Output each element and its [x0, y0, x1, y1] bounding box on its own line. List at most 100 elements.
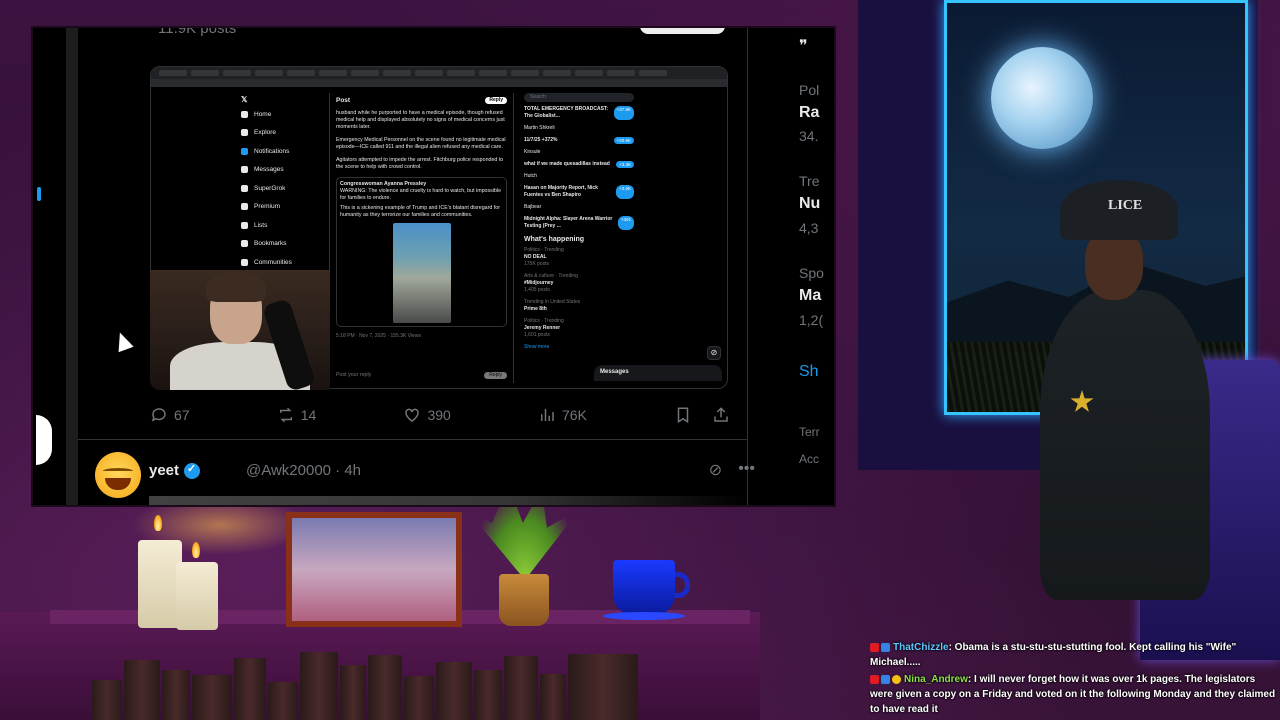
- repost-action[interactable]: 14: [277, 406, 317, 424]
- browser-tab-bar: [151, 67, 727, 79]
- nav-label: Notifications: [254, 147, 290, 155]
- nav-home: Home: [241, 105, 331, 124]
- post-title: Post: [336, 97, 351, 104]
- emoji-mouth: [105, 478, 131, 490]
- views-count: 76K: [561, 407, 587, 423]
- browser-tab: [607, 70, 635, 76]
- browser-tab: [639, 70, 667, 76]
- trend-title[interactable]: Ma: [799, 287, 821, 305]
- trend-title: Prime 8th: [524, 306, 547, 312]
- book: [300, 652, 338, 720]
- trend-count: 175K posts: [524, 261, 550, 267]
- bookmark-action[interactable]: [674, 406, 692, 424]
- messages-drawer: Messages: [594, 365, 722, 381]
- screen-share-window: 11.9K posts 𝕏 Home Explore Notifications…: [33, 28, 834, 505]
- more-options-icon[interactable]: •••: [738, 460, 755, 480]
- reply-action[interactable]: 67: [150, 406, 190, 424]
- accessibility-link[interactable]: Acc: [799, 452, 819, 466]
- left-rail: [66, 28, 78, 505]
- tweet-author-name[interactable]: yeet: [149, 462, 201, 479]
- nav-bookmarks: Bookmarks: [241, 235, 331, 254]
- trend-context: Trending in United States: [524, 299, 581, 305]
- officer-face: [1085, 230, 1143, 300]
- author-name: yeet: [149, 462, 180, 479]
- trend-context: Politics · Trending: [524, 247, 564, 253]
- book: [340, 665, 366, 720]
- wrench-badge-icon: [881, 642, 890, 652]
- trend-count: 1,405 posts: [524, 287, 550, 293]
- moon: [991, 47, 1093, 149]
- grok-icon[interactable]: ⊘: [709, 460, 722, 480]
- book-row: [92, 652, 702, 720]
- side-item-title: Kinsule: [524, 149, 541, 155]
- trend-count: 4,3: [799, 220, 819, 236]
- share-action[interactable]: [712, 406, 730, 424]
- chat-username[interactable]: Nina_Andrew: [904, 674, 968, 685]
- bookmark-icon: [241, 240, 248, 248]
- nav-supergrok: SuperGrok: [241, 179, 331, 198]
- trend-title[interactable]: Nu: [799, 195, 820, 213]
- next-tweet[interactable]: yeet @Awk20000 · 4h ⊘ •••: [95, 450, 755, 505]
- chat-message: ThatChizzle: Obama is a stu-stu-stu-stut…: [870, 640, 1280, 670]
- book: [504, 656, 538, 720]
- trend-badge: +3.3K: [616, 161, 634, 168]
- browser-tab: [383, 70, 411, 76]
- posts-count: 11.9K posts: [158, 28, 237, 37]
- people-icon: [241, 258, 248, 266]
- nested-right-sidebar: Search TOTAL EMERGENCY BROADCAST: The Gl…: [524, 93, 634, 351]
- x-logo-icon: 𝕏: [241, 94, 248, 104]
- nav-label: Bookmarks: [254, 240, 287, 248]
- browser-tab: [159, 70, 187, 76]
- post-paragraph: Agitators attempted to impede the arrest…: [336, 157, 504, 170]
- trend-context: Politics · Trending: [524, 318, 564, 324]
- repost-count: 14: [300, 407, 317, 423]
- chat-badges: [870, 674, 901, 684]
- nested-sidebar-nav: 𝕏 Home Explore Notifications Messages Su…: [241, 93, 331, 272]
- tweet-text-cutoff: [149, 496, 749, 505]
- laughing-emoji-avatar[interactable]: [95, 452, 141, 498]
- browser-tab: [191, 70, 219, 76]
- like-action[interactable]: 390: [403, 406, 451, 424]
- terms-link[interactable]: Terr: [799, 425, 820, 439]
- plant-pot: [499, 574, 549, 626]
- reply-icon: [151, 408, 166, 422]
- chat-username[interactable]: ThatChizzle: [893, 642, 949, 653]
- follow-button-fragment[interactable]: [640, 28, 725, 34]
- browser-tab: [415, 70, 443, 76]
- trend-title[interactable]: Ra: [799, 104, 819, 122]
- trend-category: Tre: [799, 173, 820, 189]
- broadcaster-badge-icon: [870, 642, 879, 652]
- sub-badge-icon: [892, 674, 901, 684]
- trend-category: Spo: [799, 265, 824, 281]
- streamer-webcam: [150, 270, 330, 390]
- reply-send: Reply: [484, 372, 507, 379]
- tweet-divider: [78, 439, 748, 440]
- side-item: TOTAL EMERGENCY BROADCAST: The Globalist…: [524, 106, 634, 120]
- flame-icon: [192, 542, 200, 558]
- views-action[interactable]: 76K: [538, 406, 587, 424]
- heart-icon: [405, 408, 420, 422]
- nav-label: Home: [254, 110, 272, 118]
- show-more-link: Show more: [524, 344, 550, 350]
- show-more-link[interactable]: Sh: [799, 363, 819, 381]
- side-item-title: 11/7/25 +372%: [524, 137, 558, 143]
- nav-lists: Lists: [241, 216, 331, 235]
- grok-icon: [241, 184, 248, 192]
- nav-communities: Communities: [241, 253, 331, 272]
- repost-icon: [279, 407, 292, 423]
- nav-explore: Explore: [241, 124, 331, 143]
- trend-item: Trending in United States Prime 8th: [524, 299, 634, 313]
- grok-icon: ⊘: [707, 346, 721, 360]
- nav-messages: Messages: [241, 161, 331, 180]
- bookmark-icon: [677, 407, 689, 424]
- url-bar: [151, 79, 727, 87]
- book: [124, 660, 160, 720]
- book: [436, 662, 472, 720]
- nav-label: Premium: [254, 203, 281, 211]
- emoji-eyes: [103, 468, 133, 474]
- nav-label: Communities: [254, 258, 292, 266]
- browser-tab: [319, 70, 347, 76]
- quote-video-thumbnail: [392, 223, 451, 323]
- side-item: Kinsule: [524, 149, 634, 156]
- trend-item: Politics · Trending Jeremy Renner 1,601 po…: [524, 318, 634, 339]
